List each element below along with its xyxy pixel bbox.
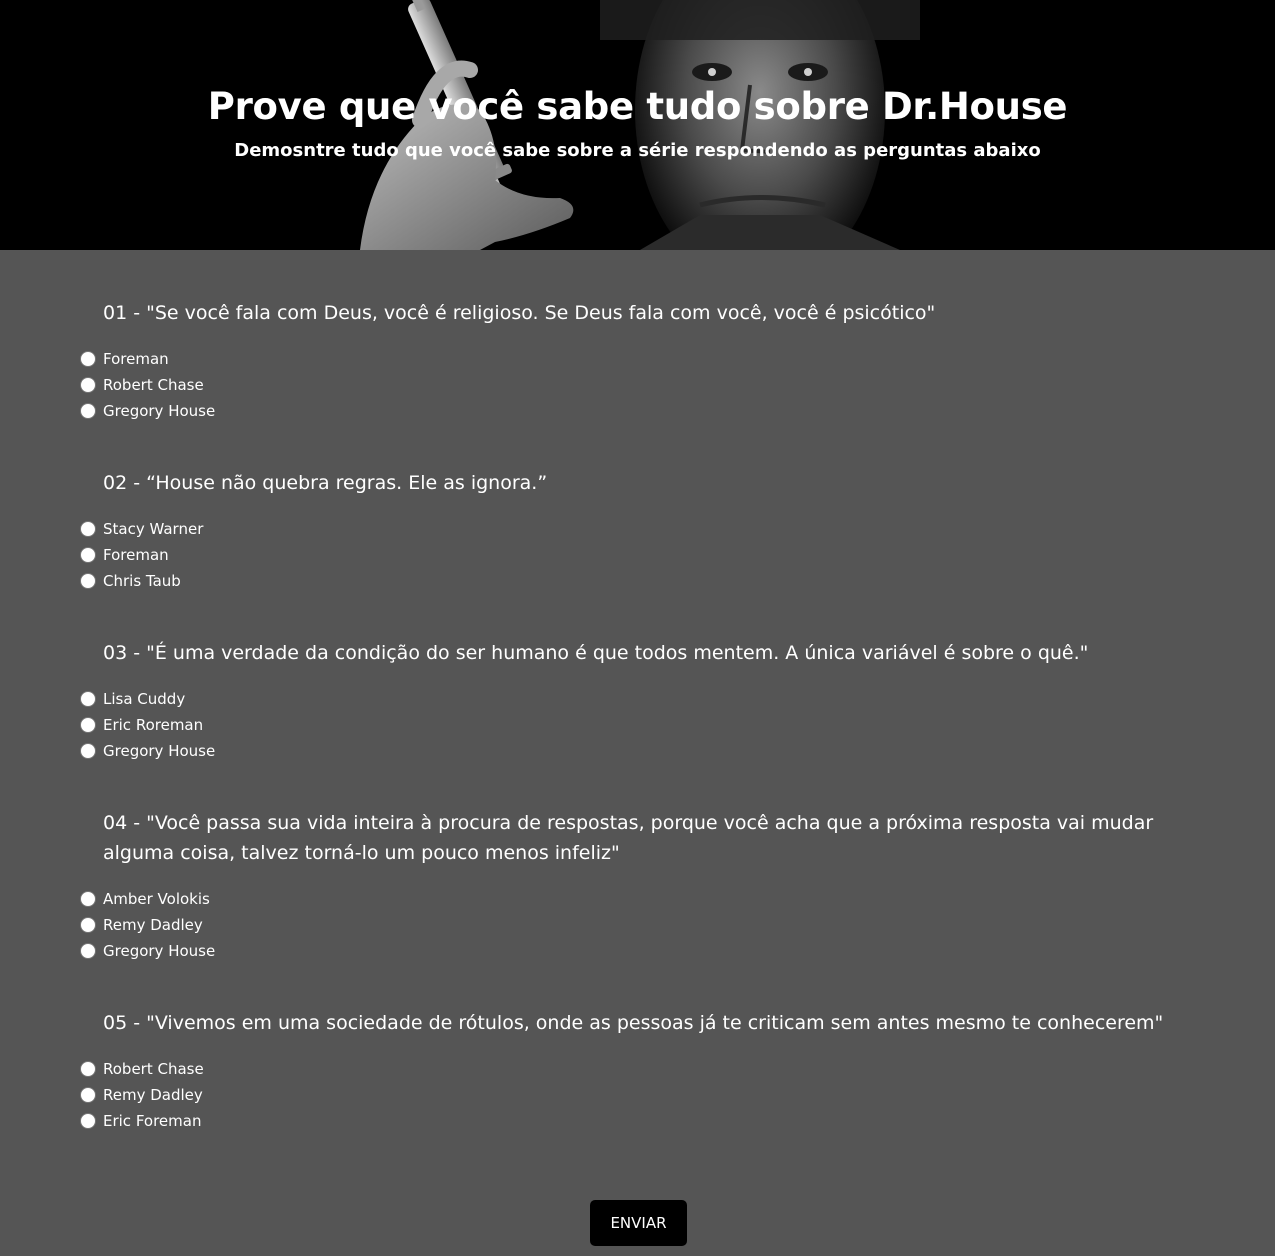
radio-button[interactable] [80,917,96,933]
radio-button[interactable] [80,403,96,419]
answer-option[interactable]: Gregory House [80,938,1210,964]
radio-button[interactable] [80,521,96,537]
answer-option[interactable]: Remy Dadley [80,912,1210,938]
answer-label: Chris Taub [103,572,181,590]
answer-option[interactable]: Eric Foreman [80,1108,1210,1134]
radio-button[interactable] [80,717,96,733]
question-text: 04 - "Você passa sua vida inteira à proc… [103,812,1154,864]
answer-option[interactable]: Chris Taub [80,568,1210,594]
radio-button[interactable] [80,891,96,907]
answer-label: Lisa Cuddy [103,690,186,708]
question-text: 03 - "É uma verdade da condição do ser h… [103,642,1089,664]
radio-button[interactable] [80,1087,96,1103]
radio-button[interactable] [80,377,96,393]
question-text: 02 - “House não quebra regras. Ele as ig… [103,472,548,494]
radio-button[interactable] [80,691,96,707]
radio-button[interactable] [80,743,96,759]
question-1: 01 - "Se você fala com Deus, você é reli… [80,298,1210,424]
answer-label: Gregory House [103,942,216,960]
answer-option[interactable]: Stacy Warner [80,516,1210,542]
answer-options: Stacy Warner Foreman Chris Taub [80,516,1210,594]
hero-banner: Prove que você sabe tudo sobre Dr.House … [0,0,1275,250]
answer-option[interactable]: Lisa Cuddy [80,686,1210,712]
question-text: 01 - "Se você fala com Deus, você é reli… [103,302,936,324]
answer-label: Remy Dadley [103,916,203,934]
page-title: Prove que você sabe tudo sobre Dr.House [207,85,1068,128]
page-subtitle: Demosntre tudo que você sabe sobre a sér… [234,140,1041,161]
radio-button[interactable] [80,351,96,367]
answer-label: Foreman [103,546,169,564]
radio-button[interactable] [80,1113,96,1129]
radio-button[interactable] [80,1061,96,1077]
answer-label: Gregory House [103,742,216,760]
answer-label: Stacy Warner [103,520,204,538]
answer-label: Eric Roreman [103,716,204,734]
answer-label: Amber Volokis [103,890,210,908]
answer-options: Foreman Robert Chase Gregory House [80,346,1210,424]
answer-label: Robert Chase [103,376,204,394]
answer-option[interactable]: Foreman [80,346,1210,372]
radio-button[interactable] [80,943,96,959]
answer-label: Gregory House [103,402,216,420]
question-2: 02 - “House não quebra regras. Ele as ig… [80,468,1210,594]
question-5: 05 - "Vivemos em uma sociedade de rótulo… [80,1008,1210,1134]
answer-options: Robert Chase Remy Dadley Eric Foreman [80,1056,1210,1134]
answer-option[interactable]: Gregory House [80,738,1210,764]
submit-button[interactable]: ENVIAR [590,1200,687,1246]
answer-label: Foreman [103,350,169,368]
radio-button[interactable] [80,547,96,563]
answer-option[interactable]: Robert Chase [80,372,1210,398]
question-3: 03 - "É uma verdade da condição do ser h… [80,638,1210,764]
question-4: 04 - "Você passa sua vida inteira à proc… [80,808,1210,964]
answer-option[interactable]: Gregory House [80,398,1210,424]
answer-options: Amber Volokis Remy Dadley Gregory House [80,886,1210,964]
answer-option[interactable]: Amber Volokis [80,886,1210,912]
answer-label: Robert Chase [103,1060,204,1078]
answer-option[interactable]: Foreman [80,542,1210,568]
answer-option[interactable]: Remy Dadley [80,1082,1210,1108]
answer-option[interactable]: Eric Roreman [80,712,1210,738]
answer-label: Remy Dadley [103,1086,203,1104]
answer-options: Lisa Cuddy Eric Roreman Gregory House [80,686,1210,764]
radio-button[interactable] [80,573,96,589]
question-text: 05 - "Vivemos em uma sociedade de rótulo… [103,1012,1164,1034]
answer-label: Eric Foreman [103,1112,202,1130]
answer-option[interactable]: Robert Chase [80,1056,1210,1082]
